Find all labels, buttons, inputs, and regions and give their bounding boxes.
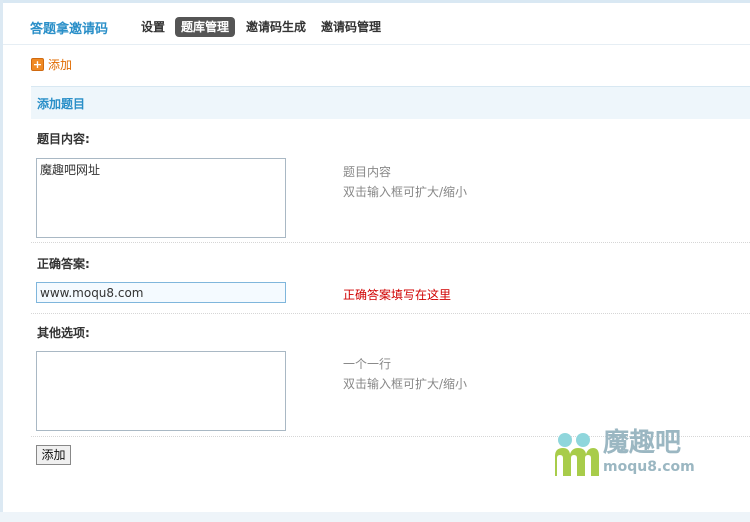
options-hint: 一个一行 [343,357,392,371]
nav-settings[interactable]: 设置 [141,17,165,37]
watermark: 魔趣吧 moqu8.com [553,428,713,476]
options-textarea[interactable] [36,351,286,431]
window-top-border [0,0,750,3]
question-hint: 题目内容 [343,165,392,179]
question-hint-resize: 双击输入框可扩大/缩小 [343,185,468,199]
answer-label: 正确答案: [37,257,90,271]
plus-icon: + [31,58,44,71]
nav-divider [3,44,750,45]
row-divider [31,313,750,314]
nav-invite-generate[interactable]: 邀请码生成 [246,17,306,37]
watermark-url: moqu8.com [603,459,695,475]
section-title: 添加题目 [37,97,86,111]
options-hint-resize: 双击输入框可扩大/缩小 [343,377,468,391]
question-label: 题目内容: [37,132,90,146]
answer-hint: 正确答案填写在这里 [343,288,452,302]
window-left-border [0,0,3,522]
row-divider [31,242,750,243]
options-label: 其他选项: [37,326,90,340]
answer-input[interactable] [36,282,286,303]
nav-invite-manage[interactable]: 邀请码管理 [321,17,381,37]
watermark-brand: 魔趣吧 [603,428,682,458]
question-textarea[interactable]: 魔趣吧网址 [36,158,286,238]
add-link-label: 添加 [48,58,73,72]
app-title: 答题拿邀请码 [30,22,109,37]
nav-question-bank[interactable]: 题库管理 [175,17,236,37]
submit-button[interactable]: 添加 [36,445,71,465]
section-header: 添加题目 [31,86,750,119]
window-bottom-border [0,512,750,522]
watermark-logo-icon [555,433,599,476]
